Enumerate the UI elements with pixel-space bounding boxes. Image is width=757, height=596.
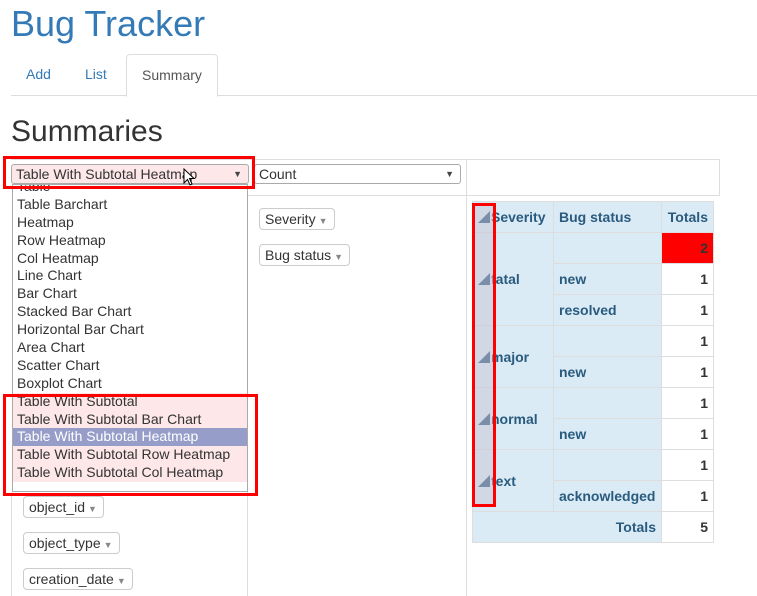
renderer-dropdown: Table Table Barchart Heatmap Row Heatmap… bbox=[12, 184, 248, 492]
nav-tabs: Add List Summary bbox=[11, 54, 757, 97]
subtotal-label bbox=[553, 387, 662, 419]
renderer-option[interactable]: Bar Chart bbox=[13, 285, 247, 303]
caret-down-icon[interactable]: ▼ bbox=[334, 252, 343, 262]
pivot-table: Severity Bug status Totals fatal 2 new 1… bbox=[472, 201, 714, 543]
renderer-value: Table With Subtotal Heatmap bbox=[16, 166, 198, 182]
header-bug-status: Bug status bbox=[553, 201, 662, 233]
caret-down-icon: ▼ bbox=[445, 169, 454, 179]
table-row: fatal 2 bbox=[472, 232, 714, 326]
cell-value: 1 bbox=[661, 356, 714, 388]
row-header-status: new bbox=[553, 263, 662, 295]
renderer-option[interactable]: Heatmap bbox=[13, 214, 247, 232]
app-title: Bug Tracker bbox=[11, 3, 206, 44]
aggregator-select[interactable]: Count ▼ bbox=[254, 164, 461, 184]
renderer-option[interactable]: Horizontal Bar Chart bbox=[13, 321, 247, 339]
tab-list[interactable]: List bbox=[70, 54, 122, 96]
tab-summary[interactable]: Summary bbox=[126, 54, 218, 97]
caret-down-icon[interactable]: ▼ bbox=[117, 576, 126, 586]
renderer-option[interactable]: Scatter Chart bbox=[13, 357, 247, 375]
field-object-type[interactable]: object_type ▼ bbox=[23, 532, 120, 554]
row-header-status: resolved bbox=[553, 294, 662, 326]
grid-line bbox=[466, 159, 467, 596]
row-field-bug-status[interactable]: Bug status ▼ bbox=[259, 244, 351, 266]
cell-value: 1 bbox=[661, 480, 714, 512]
caret-down-icon: ▼ bbox=[233, 169, 242, 179]
mouse-cursor-icon bbox=[183, 168, 196, 186]
section-title: Summaries bbox=[11, 115, 163, 148]
caret-down-icon[interactable]: ▼ bbox=[319, 216, 328, 226]
grid-line bbox=[248, 195, 720, 196]
subtotal-label bbox=[553, 325, 662, 357]
renderer-option[interactable]: Row Heatmap bbox=[13, 232, 247, 250]
grand-total: 5 bbox=[661, 511, 714, 543]
collapse-column-highlight bbox=[474, 203, 493, 505]
subtotal-value: 2 bbox=[661, 232, 714, 264]
renderer-option[interactable]: Line Chart bbox=[13, 267, 247, 285]
renderer-option[interactable]: Table With Subtotal Bar Chart bbox=[13, 410, 247, 429]
totals-label: Totals bbox=[472, 511, 662, 543]
subtotal-value: 1 bbox=[661, 449, 714, 481]
table-row: text 1 bbox=[472, 449, 714, 512]
renderer-option[interactable]: Boxplot Chart bbox=[13, 375, 247, 393]
table-row: major 1 bbox=[472, 325, 714, 388]
renderer-option[interactable]: Table bbox=[13, 185, 247, 196]
caret-down-icon[interactable]: ▼ bbox=[88, 504, 97, 514]
cell-value: 1 bbox=[661, 418, 714, 450]
row-header-status: new bbox=[553, 418, 662, 450]
field-object-id[interactable]: object_id ▼ bbox=[23, 496, 104, 518]
header-totals: Totals bbox=[661, 201, 714, 233]
subtotal-label bbox=[553, 449, 662, 481]
caret-down-icon[interactable]: ▼ bbox=[104, 540, 113, 550]
aggregator-value: Count bbox=[259, 166, 297, 182]
cell-value: 1 bbox=[661, 263, 714, 295]
grid-line bbox=[11, 492, 12, 596]
tab-add[interactable]: Add bbox=[11, 54, 66, 96]
renderer-option[interactable]: Stacked Bar Chart bbox=[13, 303, 247, 321]
grid-line bbox=[719, 159, 720, 196]
row-field-severity[interactable]: Severity ▼ bbox=[259, 208, 335, 230]
totals-row: Totals 5 bbox=[472, 511, 714, 543]
renderer-option[interactable]: Table With Subtotal bbox=[13, 392, 247, 411]
renderer-option[interactable]: Col Heatmap bbox=[13, 250, 247, 268]
renderer-option[interactable]: Area Chart bbox=[13, 339, 247, 357]
subtotal-value: 1 bbox=[661, 325, 714, 357]
grid-line bbox=[11, 159, 720, 160]
renderer-option[interactable]: Table Barchart bbox=[13, 196, 247, 214]
renderer-option-selected[interactable]: Table With Subtotal Heatmap bbox=[13, 428, 247, 447]
renderer-select[interactable]: Table With Subtotal Heatmap ▼ bbox=[11, 164, 249, 184]
subtotal-value: 1 bbox=[661, 387, 714, 419]
subtotal-label bbox=[553, 232, 662, 264]
renderer-option[interactable]: Table With Subtotal Col Heatmap bbox=[13, 464, 247, 483]
cell-value: 1 bbox=[661, 294, 714, 326]
field-creation-date[interactable]: creation_date ▼ bbox=[23, 568, 133, 590]
row-header-status: acknowledged bbox=[553, 480, 662, 512]
table-row: normal 1 bbox=[472, 387, 714, 450]
renderer-option[interactable]: Table With Subtotal Row Heatmap bbox=[13, 446, 247, 465]
row-header-status: new bbox=[553, 356, 662, 388]
